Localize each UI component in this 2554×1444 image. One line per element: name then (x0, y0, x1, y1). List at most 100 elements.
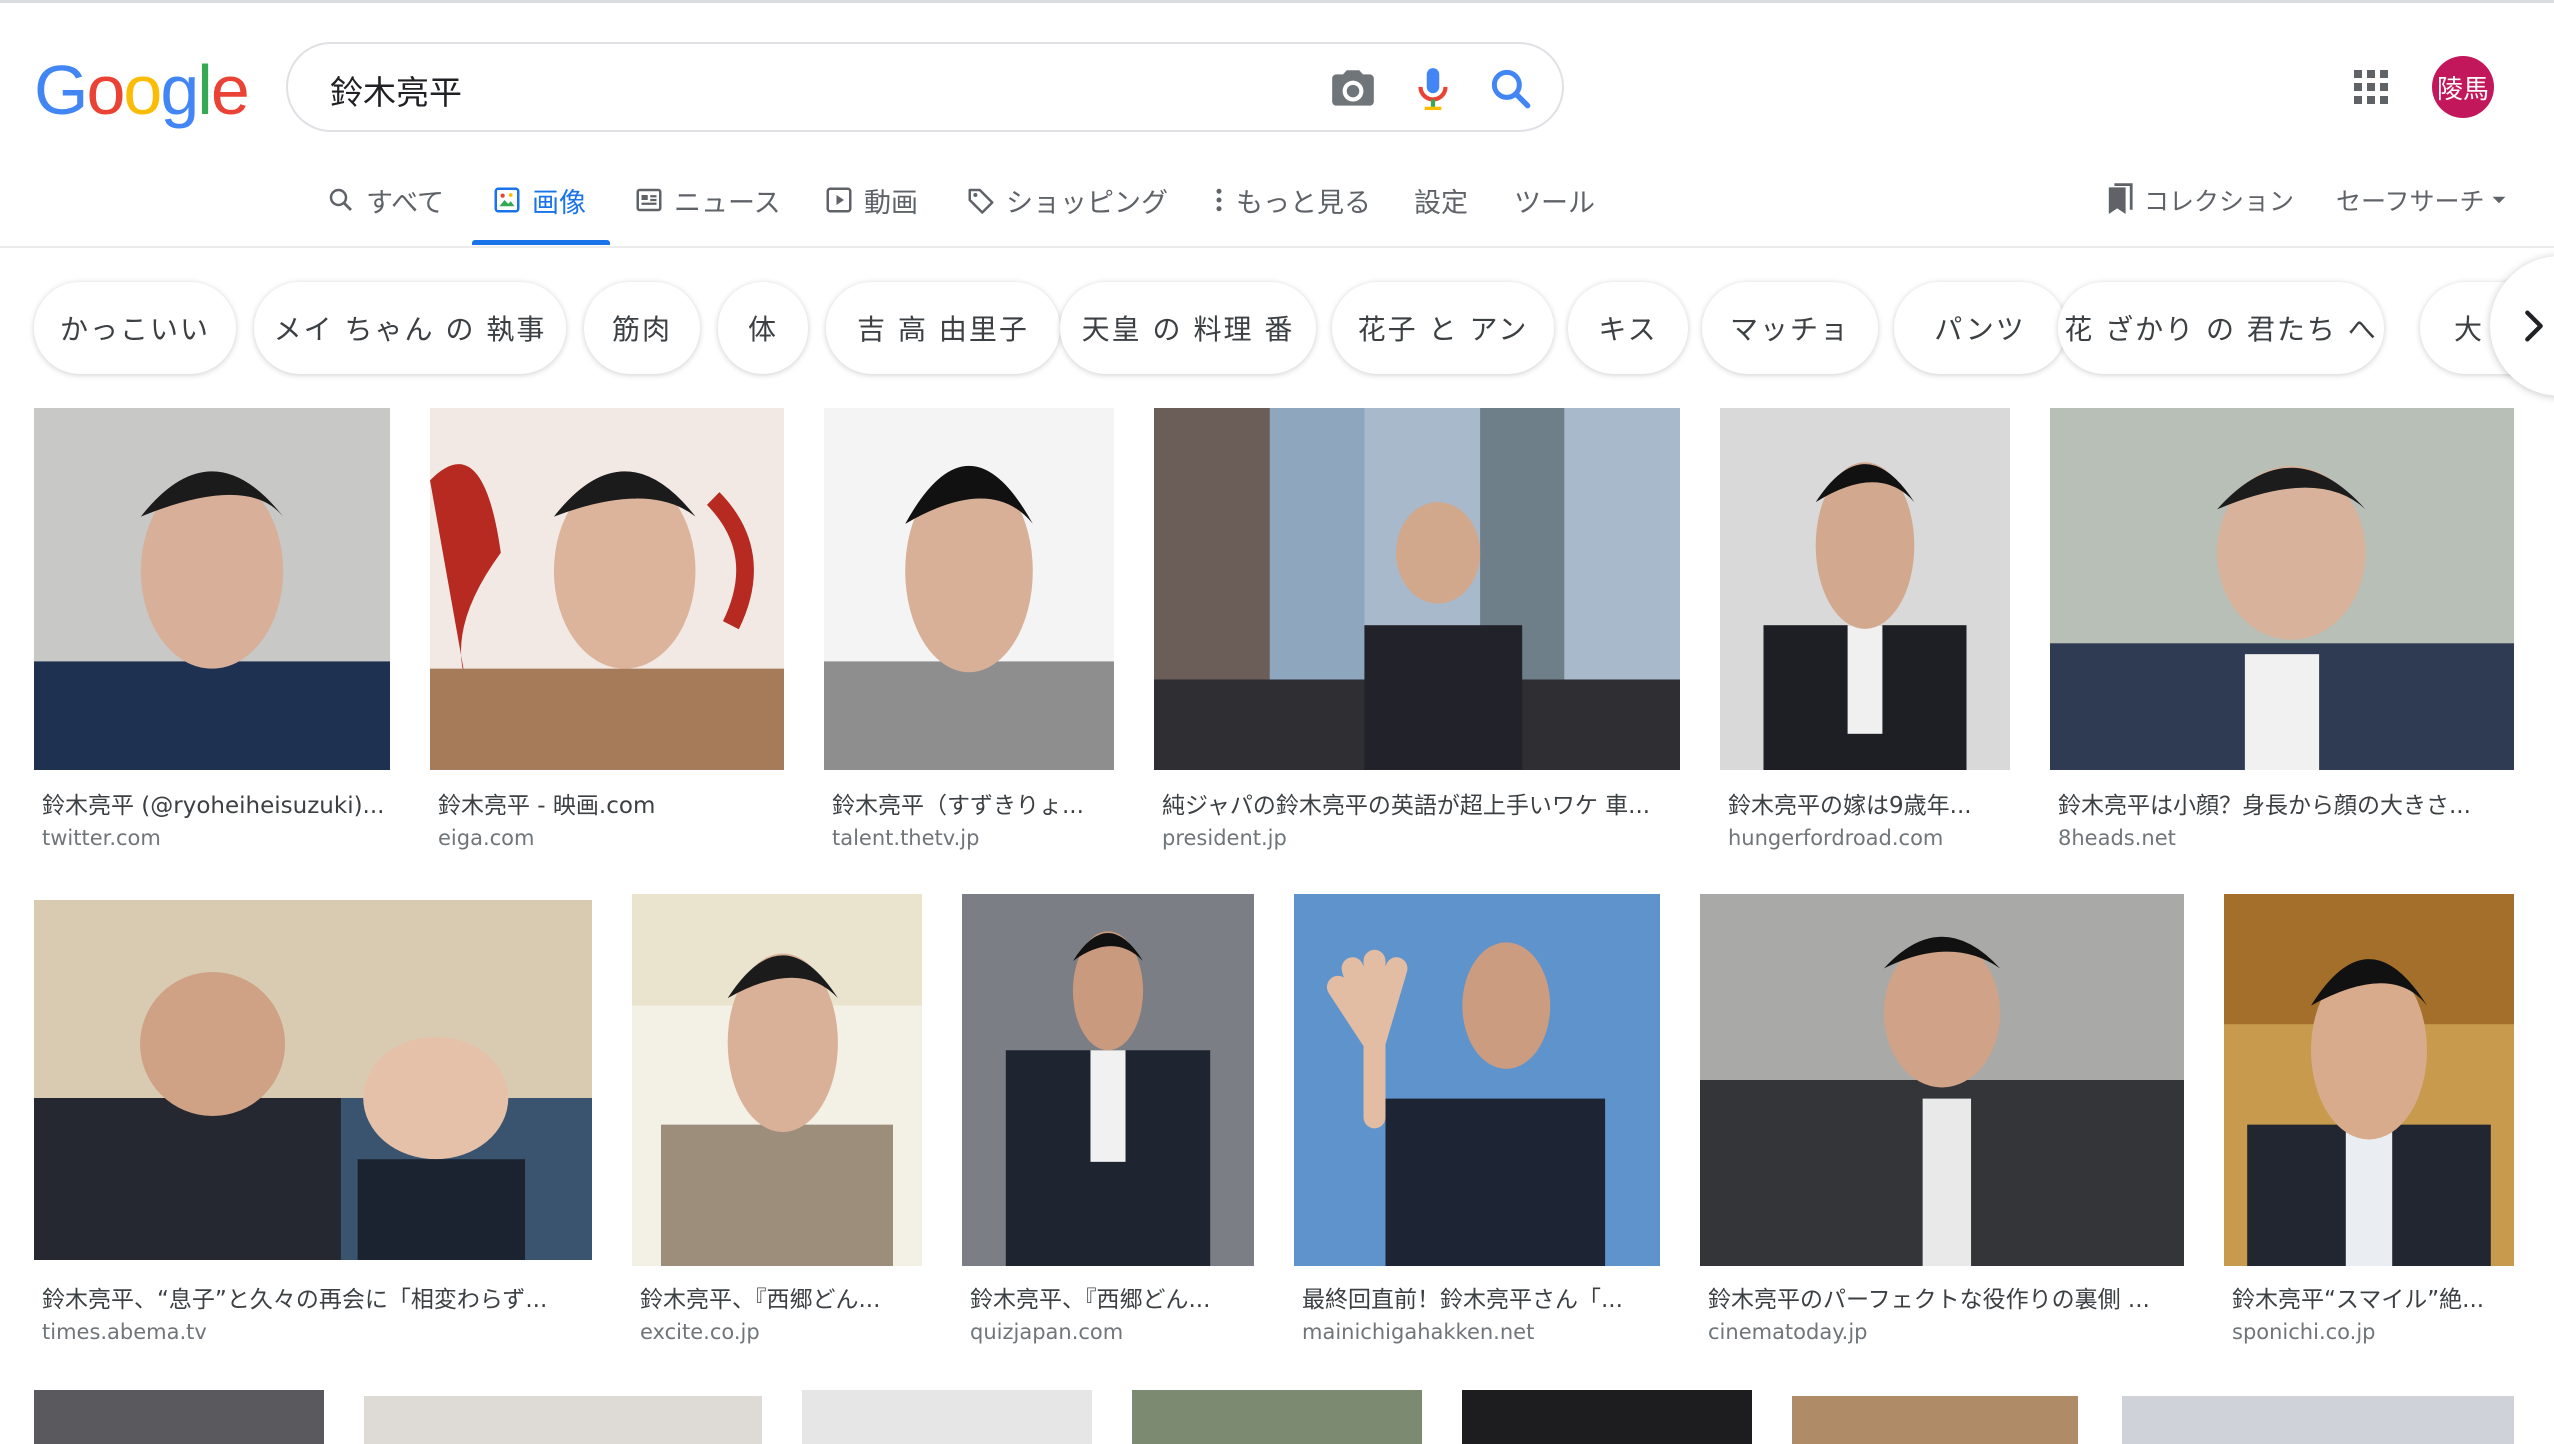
image-result[interactable]: 最終回直前！鈴木亮平さん「... mainichigahakken.net (1294, 894, 1660, 1350)
search-icon (329, 188, 352, 211)
result-thumbnail[interactable] (824, 408, 1114, 770)
result-thumbnail[interactable] (2224, 894, 2514, 1266)
image-result[interactable]: 鈴木亮平は小顔？身長から顔の大きさ... 8heads.net (2050, 408, 2514, 858)
result-source: talent.thetv.jp (832, 826, 980, 850)
result-title[interactable]: 鈴木亮平の嫁は9歳年... (1728, 786, 2010, 820)
result-source: 8heads.net (2058, 826, 2176, 850)
result-title[interactable]: 鈴木亮平、『西郷どん... (970, 1280, 1254, 1314)
search-icon[interactable] (1486, 64, 1536, 114)
apps-grid-icon[interactable] (2354, 70, 2388, 104)
chevron-right-icon (2525, 310, 2543, 342)
tab-news[interactable]: ニュース (634, 180, 781, 220)
image-result[interactable]: 鈴木亮平、『西郷どん... quizjapan.com (962, 894, 1254, 1350)
tab-tools[interactable]: ツール (1514, 180, 1595, 220)
tab-label: 画像 (532, 187, 586, 219)
chip[interactable]: 体 (718, 282, 808, 374)
image-result[interactable]: 鈴木亮平“スマイル”絶... sponichi.co.jp (2224, 894, 2514, 1350)
tab-label: もっと見る (1236, 187, 1371, 219)
tab-shopping[interactable]: ショッピング (966, 180, 1168, 220)
header-divider (0, 246, 2554, 248)
image-result[interactable]: 鈴木亮平のパーフェクトな役作りの裏側 ... cinematoday.jp (1700, 894, 2184, 1350)
result-source: excite.co.jp (640, 1320, 760, 1344)
result-thumbnail[interactable] (364, 1396, 762, 1444)
search-input[interactable]: 鈴木亮平 (330, 66, 462, 114)
bookmark-icon (2108, 183, 2133, 214)
google-logo[interactable]: G o o g l e (34, 50, 250, 130)
tab-settings[interactable]: 設定 (1414, 180, 1468, 220)
collections-link[interactable]: コレクション (2106, 180, 2294, 220)
safesearch-dropdown[interactable]: セーフサーチ (2336, 180, 2507, 220)
image-result[interactable]: 純ジャパの鈴木亮平の英語が超上手いワケ 車... president.jp (1154, 408, 1680, 858)
camera-icon[interactable] (1328, 64, 1378, 114)
result-thumbnail[interactable] (430, 408, 784, 770)
tag-icon (968, 188, 994, 214)
logo-letter: l (197, 51, 213, 129)
chip[interactable]: かっこいい (34, 282, 236, 374)
result-title[interactable]: 鈴木亮平“スマイル”絶... (2232, 1280, 2514, 1314)
chip[interactable]: 筋肉 (584, 282, 700, 374)
logo-letter: G (34, 51, 88, 129)
chip[interactable]: キス (1568, 282, 1688, 374)
result-title[interactable]: 鈴木亮平のパーフェクトな役作りの裏側 ... (1708, 1280, 2184, 1314)
tab-all[interactable]: すべて (326, 180, 444, 220)
result-thumbnail[interactable] (1132, 1390, 1422, 1444)
chip[interactable]: メイ ちゃん の 執事 (254, 282, 566, 374)
image-result[interactable]: 鈴木亮平 - 映画.com eiga.com (430, 408, 784, 858)
chip[interactable]: 吉 高 由里子 (826, 282, 1060, 374)
result-title[interactable]: 鈴木亮平は小顔？身長から顔の大きさ... (2058, 786, 2514, 820)
tab-label: ツール (1514, 187, 1595, 219)
result-thumbnail[interactable] (962, 894, 1254, 1266)
image-result[interactable]: 鈴木亮平の嫁は9歳年... hungerfordroad.com (1720, 408, 2010, 858)
result-source: sponichi.co.jp (2232, 1320, 2376, 1344)
result-thumbnail[interactable] (802, 1390, 1092, 1444)
tab-label: ショッピング (1006, 187, 1168, 219)
chip[interactable]: 花 ざかり の 君たち へ (2058, 282, 2384, 374)
chip[interactable]: 花子 と アン (1332, 282, 1554, 374)
more-vert-icon (1216, 188, 1222, 212)
result-thumbnail[interactable] (1720, 408, 2010, 770)
chip[interactable]: マッチョ (1702, 282, 1878, 374)
tab-images[interactable]: 画像 (492, 180, 586, 220)
result-title[interactable]: 鈴木亮平（すずきりょ... (832, 786, 1114, 820)
result-thumbnail[interactable] (2050, 408, 2514, 770)
avatar[interactable]: 陵馬 (2432, 56, 2494, 118)
chip[interactable]: パンツ (1894, 282, 2066, 374)
image-result[interactable]: 鈴木亮平 (@ryoheiheisuzuki)... twitter.com (34, 408, 390, 858)
result-title[interactable]: 鈴木亮平、『西郷どん... (640, 1280, 922, 1314)
result-thumbnail[interactable] (1294, 894, 1660, 1266)
result-source: twitter.com (42, 826, 161, 850)
result-source: president.jp (1162, 826, 1287, 850)
result-thumbnail[interactable] (1792, 1396, 2078, 1444)
result-thumbnail[interactable] (1154, 408, 1680, 770)
tab-videos[interactable]: 動画 (824, 180, 918, 220)
video-icon (826, 187, 852, 213)
image-result[interactable]: 鈴木亮平、“息子”と久々の再会に「相変わらず... times.abema.tv (34, 894, 592, 1350)
result-thumbnail[interactable] (2122, 1396, 2514, 1444)
result-thumbnail[interactable] (34, 408, 390, 770)
result-thumbnail[interactable] (34, 1390, 324, 1444)
result-thumbnail[interactable] (1700, 894, 2184, 1266)
result-title[interactable]: 鈴木亮平 - 映画.com (438, 786, 784, 820)
news-icon (636, 188, 662, 212)
search-box[interactable]: 鈴木亮平 (286, 42, 1564, 132)
result-title[interactable]: 最終回直前！鈴木亮平さん「... (1302, 1280, 1660, 1314)
tab-more[interactable]: もっと見る (1212, 180, 1371, 220)
result-source: cinematoday.jp (1708, 1320, 1868, 1344)
tab-label: すべて (366, 187, 445, 219)
tab-label: ニュース (674, 187, 781, 219)
top-border (0, 0, 2554, 3)
image-result[interactable]: 鈴木亮平、『西郷どん... excite.co.jp (632, 894, 922, 1350)
mic-icon[interactable] (1408, 64, 1458, 114)
result-title[interactable]: 純ジャパの鈴木亮平の英語が超上手いワケ 車... (1162, 786, 1680, 820)
chip[interactable]: 天皇 の 料理 番 (1060, 282, 1316, 374)
result-thumbnail[interactable] (1462, 1390, 1752, 1444)
logo-letter: g (160, 51, 199, 129)
tab-label: 設定 (1414, 187, 1468, 219)
result-thumbnail[interactable] (34, 900, 592, 1260)
logo-letter: o (86, 51, 125, 129)
result-title[interactable]: 鈴木亮平 (@ryoheiheisuzuki)... (42, 786, 390, 820)
image-result[interactable]: 鈴木亮平（すずきりょ... talent.thetv.jp (824, 408, 1114, 858)
result-title[interactable]: 鈴木亮平、“息子”と久々の再会に「相変わらず... (42, 1280, 592, 1314)
result-thumbnail[interactable] (632, 894, 922, 1266)
logo-letter: o (123, 51, 162, 129)
